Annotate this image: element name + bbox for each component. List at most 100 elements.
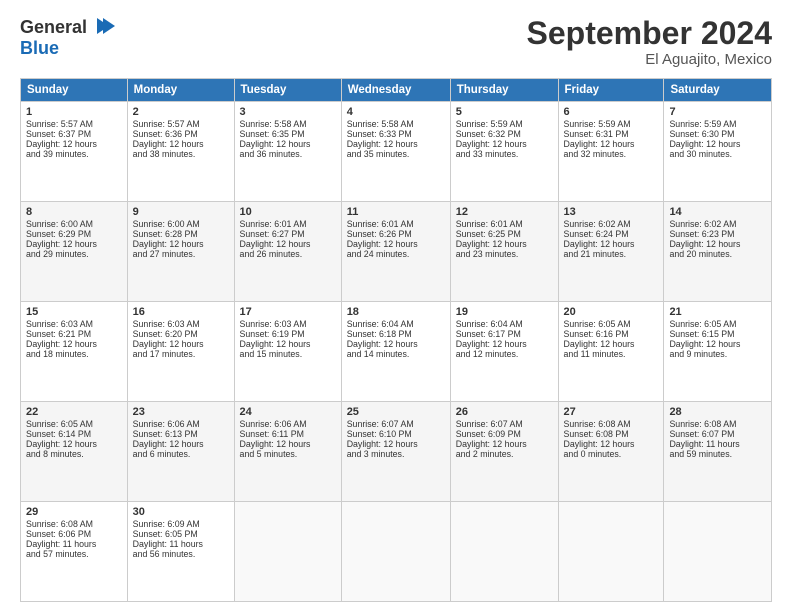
- table-row: 27Sunrise: 6:08 AMSunset: 6:08 PMDayligh…: [558, 402, 664, 502]
- day-detail: Sunrise: 6:00 AM: [26, 219, 122, 229]
- logo-general-text: General: [20, 17, 87, 38]
- day-detail: Sunrise: 6:02 AM: [564, 219, 659, 229]
- day-number: 16: [133, 306, 229, 318]
- day-detail: Daylight: 12 hours: [347, 139, 445, 149]
- table-row: 2Sunrise: 5:57 AMSunset: 6:36 PMDaylight…: [127, 102, 234, 202]
- calendar-week-row: 22Sunrise: 6:05 AMSunset: 6:14 PMDayligh…: [21, 402, 772, 502]
- day-detail: Sunrise: 6:05 AM: [669, 319, 766, 329]
- table-row: 30Sunrise: 6:09 AMSunset: 6:05 PMDayligh…: [127, 502, 234, 602]
- day-detail: and 35 minutes.: [347, 149, 445, 159]
- col-saturday: Saturday: [664, 79, 772, 102]
- day-number: 12: [456, 206, 553, 218]
- table-row: 13Sunrise: 6:02 AMSunset: 6:24 PMDayligh…: [558, 202, 664, 302]
- day-detail: Sunset: 6:36 PM: [133, 129, 229, 139]
- day-detail: Sunset: 6:09 PM: [456, 429, 553, 439]
- day-detail: Sunset: 6:28 PM: [133, 229, 229, 239]
- table-row: [234, 502, 341, 602]
- day-detail: Sunrise: 5:59 AM: [669, 119, 766, 129]
- day-number: 14: [669, 206, 766, 218]
- day-number: 1: [26, 106, 122, 118]
- table-row: 16Sunrise: 6:03 AMSunset: 6:20 PMDayligh…: [127, 302, 234, 402]
- day-detail: and 21 minutes.: [564, 249, 659, 259]
- table-row: 21Sunrise: 6:05 AMSunset: 6:15 PMDayligh…: [664, 302, 772, 402]
- month-title: September 2024: [527, 16, 772, 51]
- day-detail: Sunrise: 5:59 AM: [564, 119, 659, 129]
- col-tuesday: Tuesday: [234, 79, 341, 102]
- day-detail: and 23 minutes.: [456, 249, 553, 259]
- day-number: 13: [564, 206, 659, 218]
- day-detail: Sunset: 6:14 PM: [26, 429, 122, 439]
- day-detail: Daylight: 12 hours: [240, 439, 336, 449]
- day-number: 6: [564, 106, 659, 118]
- day-number: 5: [456, 106, 553, 118]
- day-detail: Daylight: 11 hours: [669, 439, 766, 449]
- day-detail: Daylight: 11 hours: [133, 539, 229, 549]
- day-detail: Sunrise: 6:06 AM: [133, 419, 229, 429]
- day-detail: Daylight: 12 hours: [347, 339, 445, 349]
- day-detail: and 32 minutes.: [564, 149, 659, 159]
- day-detail: and 5 minutes.: [240, 449, 336, 459]
- day-detail: and 57 minutes.: [26, 549, 122, 559]
- page: General Blue September 2024 El Aguajito,…: [0, 0, 792, 612]
- day-number: 20: [564, 306, 659, 318]
- day-detail: Sunset: 6:10 PM: [347, 429, 445, 439]
- day-detail: Sunset: 6:33 PM: [347, 129, 445, 139]
- day-detail: Sunset: 6:21 PM: [26, 329, 122, 339]
- day-detail: Sunset: 6:17 PM: [456, 329, 553, 339]
- day-detail: and 36 minutes.: [240, 149, 336, 159]
- day-detail: Daylight: 12 hours: [26, 339, 122, 349]
- day-number: 19: [456, 306, 553, 318]
- day-detail: Sunrise: 6:08 AM: [564, 419, 659, 429]
- table-row: 20Sunrise: 6:05 AMSunset: 6:16 PMDayligh…: [558, 302, 664, 402]
- day-detail: Daylight: 12 hours: [26, 439, 122, 449]
- calendar-week-row: 1Sunrise: 5:57 AMSunset: 6:37 PMDaylight…: [21, 102, 772, 202]
- day-detail: Sunrise: 6:03 AM: [133, 319, 229, 329]
- col-thursday: Thursday: [450, 79, 558, 102]
- table-row: 5Sunrise: 5:59 AMSunset: 6:32 PMDaylight…: [450, 102, 558, 202]
- table-row: [558, 502, 664, 602]
- day-number: 29: [26, 506, 122, 518]
- day-detail: and 0 minutes.: [564, 449, 659, 459]
- table-row: 11Sunrise: 6:01 AMSunset: 6:26 PMDayligh…: [341, 202, 450, 302]
- day-number: 8: [26, 206, 122, 218]
- day-detail: Sunset: 6:30 PM: [669, 129, 766, 139]
- day-detail: Sunset: 6:25 PM: [456, 229, 553, 239]
- day-detail: Daylight: 12 hours: [240, 239, 336, 249]
- table-row: 12Sunrise: 6:01 AMSunset: 6:25 PMDayligh…: [450, 202, 558, 302]
- day-detail: and 6 minutes.: [133, 449, 229, 459]
- calendar-week-row: 8Sunrise: 6:00 AMSunset: 6:29 PMDaylight…: [21, 202, 772, 302]
- header: General Blue September 2024 El Aguajito,…: [20, 16, 772, 68]
- day-detail: and 12 minutes.: [456, 349, 553, 359]
- table-row: 28Sunrise: 6:08 AMSunset: 6:07 PMDayligh…: [664, 402, 772, 502]
- day-detail: Sunset: 6:20 PM: [133, 329, 229, 339]
- col-monday: Monday: [127, 79, 234, 102]
- day-detail: Daylight: 12 hours: [133, 239, 229, 249]
- calendar-header-row: Sunday Monday Tuesday Wednesday Thursday…: [21, 79, 772, 102]
- table-row: 10Sunrise: 6:01 AMSunset: 6:27 PMDayligh…: [234, 202, 341, 302]
- day-detail: Sunset: 6:24 PM: [564, 229, 659, 239]
- day-number: 25: [347, 406, 445, 418]
- day-detail: Daylight: 12 hours: [347, 439, 445, 449]
- day-number: 11: [347, 206, 445, 218]
- table-row: 7Sunrise: 5:59 AMSunset: 6:30 PMDaylight…: [664, 102, 772, 202]
- day-number: 28: [669, 406, 766, 418]
- day-number: 24: [240, 406, 336, 418]
- day-detail: Sunrise: 6:05 AM: [26, 419, 122, 429]
- day-detail: Sunrise: 5:58 AM: [347, 119, 445, 129]
- day-detail: and 11 minutes.: [564, 349, 659, 359]
- day-detail: Sunset: 6:23 PM: [669, 229, 766, 239]
- day-detail: Sunset: 6:37 PM: [26, 129, 122, 139]
- col-sunday: Sunday: [21, 79, 128, 102]
- day-detail: Sunset: 6:32 PM: [456, 129, 553, 139]
- day-detail: Daylight: 12 hours: [669, 139, 766, 149]
- day-detail: Sunrise: 6:07 AM: [456, 419, 553, 429]
- logo-blue-text: Blue: [20, 38, 59, 58]
- day-detail: Sunset: 6:13 PM: [133, 429, 229, 439]
- day-number: 23: [133, 406, 229, 418]
- day-detail: Daylight: 11 hours: [26, 539, 122, 549]
- table-row: 3Sunrise: 5:58 AMSunset: 6:35 PMDaylight…: [234, 102, 341, 202]
- day-number: 21: [669, 306, 766, 318]
- table-row: [450, 502, 558, 602]
- day-detail: Daylight: 12 hours: [456, 239, 553, 249]
- day-detail: and 15 minutes.: [240, 349, 336, 359]
